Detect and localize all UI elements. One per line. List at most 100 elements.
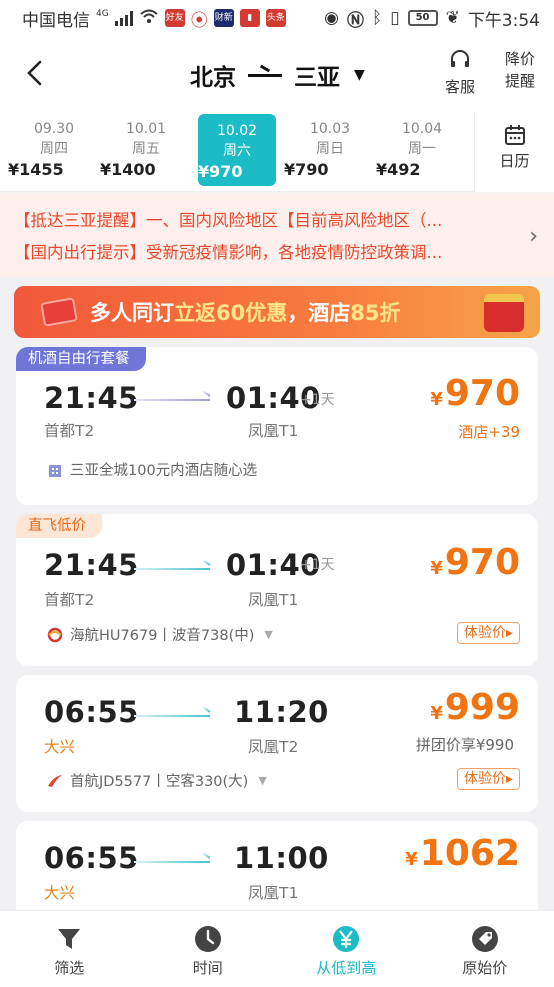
airline-info[interactable]: 首航JD5577丨空客330(大) ▼	[46, 770, 267, 791]
promo-text-2: ，酒店	[287, 301, 351, 325]
date-label: 10.03	[309, 121, 351, 137]
airline-info[interactable]: 海航HU7679丨波音738(中) ▼	[46, 624, 273, 645]
weekday-label: 周五	[132, 141, 160, 157]
hotel-addon: 酒店+39	[458, 423, 520, 441]
caret-down-icon: ▼	[354, 67, 365, 83]
departure-time: 21:45	[44, 381, 139, 415]
flight-arrow-icon	[134, 568, 210, 570]
bluetooth-icon: ᛒ	[372, 8, 383, 28]
location-icon: ⦿	[190, 10, 208, 31]
next-day-mark: +1天	[300, 557, 335, 573]
sort-by-time-button[interactable]: 时间	[139, 911, 278, 987]
date-tab-selected[interactable]: 10.02 周六 ¥970	[198, 114, 276, 186]
sort-low-to-high-button[interactable]: 从低到高	[277, 911, 416, 987]
tag-icon	[469, 923, 501, 955]
package-extra: 三亚全城100元内酒店随心选	[46, 459, 257, 480]
vibrate-icon: ▯	[390, 8, 400, 28]
flight-card[interactable]: 直飞低价 21:45 01:40 +1天 首都T2 凤凰T1 ¥970 海航HU…	[16, 514, 538, 666]
back-arrow-icon[interactable]	[20, 58, 50, 88]
price-alert-label-1: 降价	[504, 50, 535, 68]
calendar-button[interactable]: 日历	[474, 112, 554, 192]
status-bar: 中国电信 4G 好友 ⦿ 财新 ▮ 头条 ◉ Ⓝ ᛒ ▯ 50 ❦ 下午3:54	[0, 0, 554, 36]
departure-time: 06:55	[44, 695, 139, 729]
arrival-airport: 凤凰T2	[248, 738, 299, 756]
weekday-label: 周一	[408, 141, 436, 157]
eye-icon: ◉	[324, 8, 339, 28]
arrival-airport: 凤凰T1	[248, 591, 299, 609]
clock-icon	[192, 923, 224, 955]
capital-airlines-logo-icon	[48, 774, 62, 787]
chevron-down-icon: ▼	[264, 628, 273, 641]
date-price: ¥790	[284, 160, 329, 179]
route-arrow-icon	[248, 73, 282, 77]
date-tab[interactable]: 10.04 周一 ¥492	[376, 112, 468, 191]
date-tab[interactable]: 10.03 周日 ¥790	[284, 112, 376, 191]
app-badge-icon: 好友	[164, 9, 185, 27]
travel-notice[interactable]: 【抵达三亚提醒】一、国内风险地区【目前高风险地区（... 【国内出行提示】受新冠…	[0, 193, 554, 277]
carrier-name: 中国电信	[22, 10, 90, 31]
battery-icon: 50	[407, 10, 438, 26]
date-price: ¥1400	[100, 160, 156, 179]
red-envelope-icon	[40, 297, 78, 327]
notice-line-2: 【国内出行提示】受新冠疫情影响，各地疫情防控政策调...	[14, 243, 443, 262]
original-price-button[interactable]: 原始价	[416, 911, 554, 987]
date-price: ¥492	[376, 160, 421, 179]
bottom-sort-bar: 筛选 时间 从低到高 原始价	[0, 910, 554, 987]
group-price: 拼团价享¥990	[415, 736, 514, 754]
direct-lowprice-tag: 直飞低价	[16, 514, 102, 538]
departure-airport: 大兴	[44, 884, 76, 902]
promo-banner[interactable]: 多人同订 立返60优惠 ，酒店 85折	[14, 286, 540, 338]
departure-airport: 首都T2	[44, 591, 95, 609]
destination-city: 三亚	[294, 65, 340, 91]
customer-service-button[interactable]: 客服	[440, 48, 480, 97]
date-tab[interactable]: 10.01 周五 ¥1400	[100, 112, 192, 191]
date-label: 10.02	[216, 123, 258, 139]
signal-icon	[114, 10, 133, 26]
book-app-icon: ▮	[239, 9, 260, 27]
original-price-label: 原始价	[462, 959, 508, 977]
flight-arrow-icon	[134, 399, 210, 401]
flight-price: ¥999	[430, 687, 520, 728]
weekday-label: 周日	[316, 141, 344, 157]
nfc-icon: Ⓝ	[347, 10, 364, 31]
experience-price-badge[interactable]: 体验价▸	[456, 768, 520, 790]
filter-button[interactable]: 筛选	[0, 911, 139, 987]
notice-line-1: 【抵达三亚提醒】一、国内风险地区【目前高风险地区（...	[14, 211, 443, 230]
promo-highlight-2: 85折	[350, 301, 401, 325]
flight-card[interactable]: 机酒自由行套餐 21:45 01:40 +1天 首都T2 凤凰T1 ¥970 酒…	[16, 347, 538, 505]
departure-airport: 大兴	[44, 738, 76, 756]
flight-card[interactable]: 06:55 11:20 大兴 凤凰T2 ¥999 拼团价享¥990 首航JD55…	[16, 675, 538, 812]
package-tag: 机酒自由行套餐	[16, 347, 146, 371]
flight-price: ¥1062	[405, 833, 520, 874]
weekday-label: 周六	[223, 143, 251, 159]
departure-time: 06:55	[44, 841, 139, 875]
time-label: 时间	[192, 959, 223, 977]
header: 北京 三亚 ▼ 客服 降价 提醒	[0, 36, 554, 112]
news-app-icon: 财新	[213, 9, 234, 27]
gift-box-icon	[484, 294, 524, 332]
price-alert-button[interactable]: 降价 提醒	[500, 48, 540, 92]
experience-price-badge[interactable]: 体验价▸	[456, 622, 520, 644]
flight-arrow-icon	[134, 861, 210, 863]
chevron-down-icon: ▼	[258, 774, 267, 787]
date-price: ¥970	[198, 162, 243, 181]
date-price: ¥1455	[8, 160, 64, 179]
price-alert-label-2: 提醒	[504, 72, 535, 90]
next-day-mark: +1天	[300, 392, 335, 408]
route-selector[interactable]: 北京 三亚 ▼	[190, 58, 365, 92]
calendar-icon	[504, 125, 525, 145]
calendar-label: 日历	[499, 152, 530, 170]
origin-city: 北京	[190, 65, 236, 91]
date-label: 09.30	[33, 121, 75, 137]
yen-icon	[330, 923, 362, 955]
chevron-right-icon: ›	[529, 224, 538, 249]
date-tab[interactable]: 09.30 周四 ¥1455	[8, 112, 100, 191]
departure-time: 21:45	[44, 548, 139, 582]
promo-highlight-1: 立返60优惠	[174, 301, 288, 325]
arrival-time: 11:00	[234, 841, 329, 875]
flight-price: ¥970	[430, 373, 520, 414]
arrival-airport: 凤凰T1	[248, 884, 299, 902]
hainan-airlines-logo-icon	[47, 627, 63, 642]
headset-icon	[451, 50, 469, 67]
date-label: 10.01	[125, 121, 167, 137]
